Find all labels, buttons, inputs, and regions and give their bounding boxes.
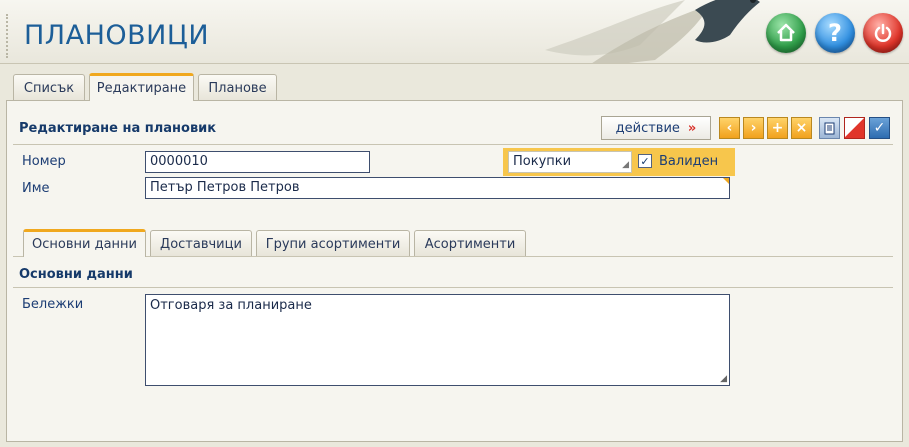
main-panel: [6, 100, 903, 442]
double-chevron-right-icon: »: [687, 120, 697, 136]
notes-textarea[interactable]: Отговаря за планиране ◢: [145, 294, 730, 386]
app-header: ПЛАНОВИЦИ ?: [0, 0, 909, 64]
delete-button[interactable]: ×: [791, 117, 812, 139]
name-input[interactable]: Петър Петров Петров: [145, 177, 730, 199]
logout-button[interactable]: [863, 13, 903, 53]
number-label: Номер: [22, 154, 66, 169]
confirm-check-icon: ✓: [873, 120, 886, 136]
add-button[interactable]: +: [767, 117, 788, 139]
resize-grip-icon: ◢: [622, 160, 629, 170]
power-icon: [874, 23, 892, 42]
page-title: ПЛАНОВИЦИ: [24, 20, 210, 51]
bird-logo-image: [545, 0, 760, 63]
chevron-left-icon: ‹: [726, 120, 733, 136]
resize-grip-icon: ◢: [720, 374, 727, 384]
plus-icon: +: [771, 120, 784, 136]
type-select[interactable]: Покупки ◢: [508, 151, 632, 173]
type-select-value: Покупки: [513, 154, 572, 169]
next-button[interactable]: ›: [743, 117, 764, 139]
action-label: действие: [615, 120, 680, 136]
clear-button[interactable]: [844, 117, 865, 139]
tab-suppliers[interactable]: Доставчици: [150, 230, 252, 257]
tab-edit[interactable]: Редактиране: [89, 73, 194, 101]
form-title: Редактиране на плановик: [19, 121, 217, 136]
print-button[interactable]: [819, 117, 840, 139]
confirm-button[interactable]: ✓: [869, 117, 890, 139]
prev-button[interactable]: ‹: [719, 117, 740, 139]
tab-assortments[interactable]: Асортименти: [414, 230, 526, 257]
tab-assortment-groups[interactable]: Групи асортименти: [256, 230, 410, 257]
basic-data-title: Основни данни: [19, 267, 133, 282]
help-icon: ?: [828, 19, 842, 47]
required-marker-icon: [723, 178, 729, 184]
print-icon: [824, 122, 835, 134]
section-divider: [13, 287, 893, 288]
valid-label: Валиден: [659, 154, 719, 169]
delete-x-icon: ×: [795, 120, 808, 136]
home-button[interactable]: [766, 13, 806, 53]
name-label: Име: [22, 181, 50, 196]
help-button[interactable]: ?: [815, 13, 855, 53]
header-grip: [6, 14, 8, 58]
valid-checkbox[interactable]: ✓: [638, 154, 652, 168]
tab-plans[interactable]: Планове: [198, 74, 277, 101]
notes-label: Бележки: [22, 297, 84, 312]
tab-list[interactable]: Списък: [13, 74, 85, 101]
home-icon: [777, 23, 795, 42]
number-input[interactable]: 0000010: [145, 151, 370, 173]
checkmark-icon: ✓: [640, 154, 650, 168]
divider: [13, 144, 893, 145]
tab-basic-data[interactable]: Основни данни: [23, 229, 146, 257]
action-button[interactable]: действие »: [601, 116, 711, 140]
notes-text: Отговаря за планиране: [150, 298, 312, 313]
chevron-right-icon: ›: [750, 120, 757, 136]
